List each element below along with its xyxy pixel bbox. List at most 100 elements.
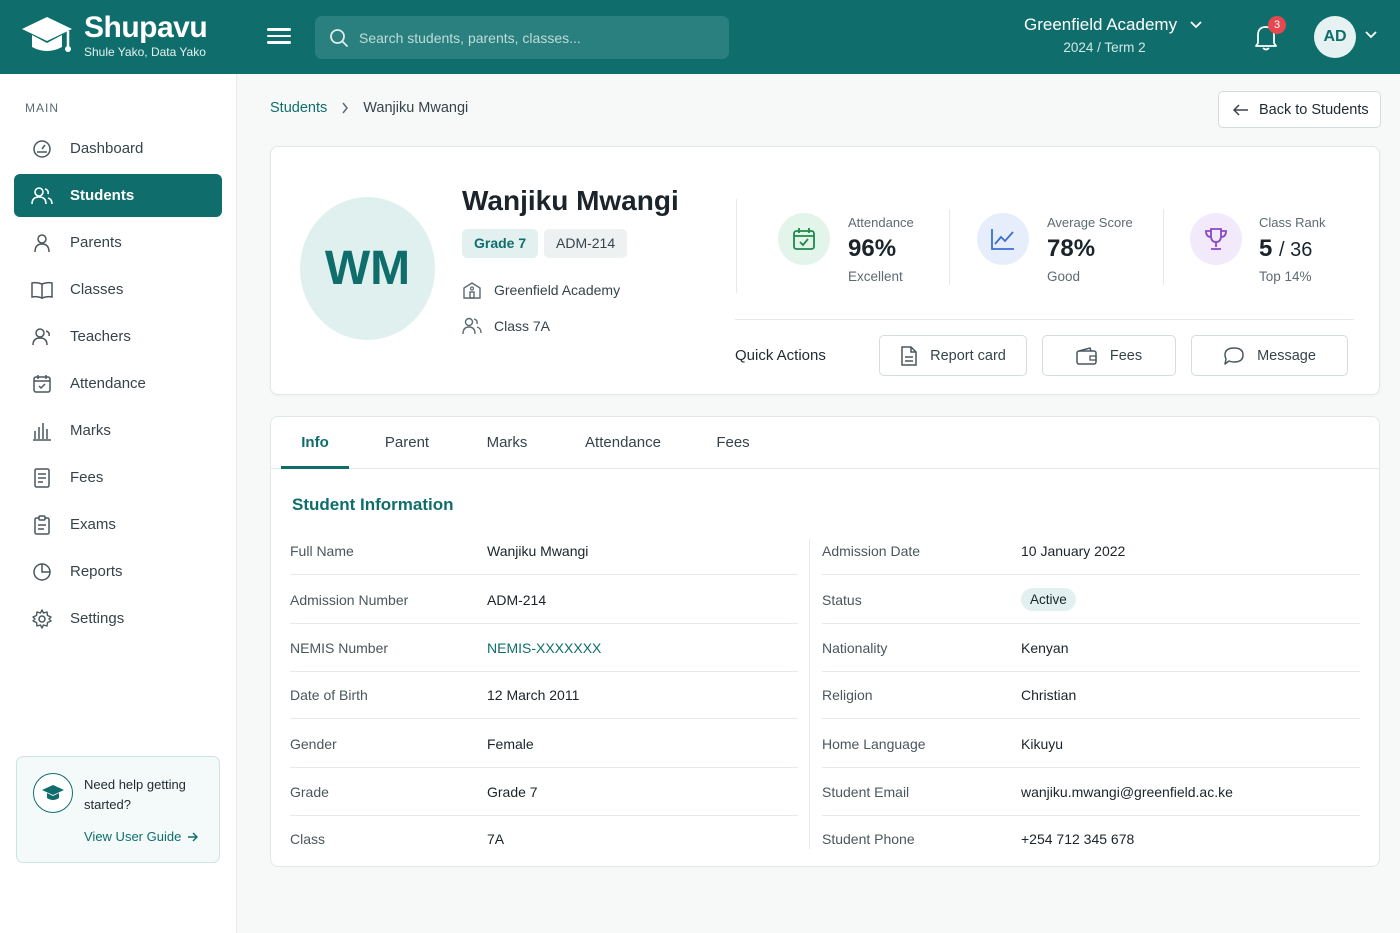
- breadcrumb-students-link[interactable]: Students: [270, 100, 327, 116]
- bar-chart-icon: [31, 420, 53, 442]
- help-link-label: View User Guide: [84, 829, 182, 844]
- sidebar-item-fees[interactable]: Fees: [14, 456, 222, 499]
- sidebar-item-attendance[interactable]: Attendance: [14, 362, 222, 405]
- info-row-admission-date: Admission Date 10 January 2022: [822, 527, 1360, 575]
- users-icon: [462, 317, 482, 335]
- field-value: +254 712 345 678: [1021, 831, 1135, 847]
- tab-parent[interactable]: Parent: [371, 417, 443, 469]
- breadcrumb: Students Wanjiku Mwangi: [270, 100, 468, 116]
- back-to-students-button[interactable]: Back to Students: [1218, 91, 1381, 128]
- average-score-value: 78%: [1047, 235, 1096, 262]
- field-value: 7A: [487, 831, 505, 847]
- school-building-icon: [463, 282, 481, 299]
- view-user-guide-link[interactable]: View User Guide: [84, 829, 199, 844]
- document-icon: [901, 345, 917, 366]
- sidebar-item-teachers[interactable]: Teachers: [14, 315, 222, 358]
- sidebar-item-label: Teachers: [70, 328, 131, 345]
- breadcrumb-current: Wanjiku Mwangi: [363, 100, 469, 116]
- average-score-sub: Good: [1047, 269, 1081, 284]
- report-card-button[interactable]: Report card: [879, 335, 1027, 376]
- chat-bubble-icon: [1224, 346, 1244, 365]
- nemis-number-link[interactable]: NEMIS-XXXXXXX: [487, 640, 601, 656]
- student-profile-card: WM Wanjiku Mwangi Grade 7 ADM-214 Greenf…: [270, 146, 1380, 395]
- divider: [735, 319, 1354, 320]
- field-label: Student Phone: [822, 831, 915, 847]
- help-text: Need help getting started?: [84, 777, 186, 812]
- school-name-text: Greenfield Academy: [494, 282, 621, 298]
- parent-icon: [31, 232, 53, 254]
- class-rank-stat-icon: [1190, 213, 1242, 265]
- sidebar-item-exams[interactable]: Exams: [14, 503, 222, 546]
- tab-attendance[interactable]: Attendance: [571, 417, 675, 469]
- field-label: Admission Number: [290, 591, 409, 608]
- info-row-student-email: Student Email wanjiku.mwangi@greenfield.…: [822, 768, 1360, 816]
- gear-icon: [31, 608, 53, 630]
- info-row-full-name: Full Name Wanjiku Mwangi: [290, 527, 798, 575]
- field-value: 12 March 2011: [487, 686, 580, 703]
- field-label: Nationality: [822, 639, 888, 656]
- dashboard-icon: [31, 138, 53, 160]
- sidebar-item-label: Parents: [70, 234, 122, 251]
- report-card-label: Report card: [930, 347, 1006, 364]
- class-name-text: Class 7A: [494, 318, 551, 334]
- sidebar-item-label: Marks: [70, 422, 111, 439]
- calendar-check-icon: [793, 228, 815, 250]
- section-title: Student Information: [292, 495, 454, 514]
- hamburger-menu-icon[interactable]: [264, 24, 294, 50]
- sidebar: MAIN Dashboard Students Parents Classes …: [0, 74, 237, 933]
- clipboard-icon: [31, 514, 53, 536]
- info-row-gender: Gender Female: [290, 720, 798, 768]
- info-row-grade: Grade Grade 7: [290, 768, 798, 816]
- back-button-label: Back to Students: [1259, 101, 1369, 118]
- sidebar-item-parents[interactable]: Parents: [14, 221, 222, 264]
- sidebar-item-label: Settings: [70, 610, 125, 627]
- class-rank-label: Class Rank: [1259, 215, 1326, 230]
- tab-bar: Info Parent Marks Attendance Fees: [271, 417, 1379, 469]
- quick-actions-title: Quick Actions: [735, 347, 826, 364]
- global-search[interactable]: [315, 16, 729, 59]
- sidebar-item-dashboard[interactable]: Dashboard: [14, 127, 222, 170]
- student-name: Wanjiku Mwangi: [462, 185, 679, 216]
- field-label: NEMIS Number: [290, 639, 389, 656]
- tab-fees[interactable]: Fees: [701, 417, 765, 469]
- class-rank-total: / 36: [1279, 239, 1313, 261]
- chevron-down-icon[interactable]: [1364, 30, 1378, 40]
- field-value: Christian: [1021, 686, 1077, 703]
- sidebar-item-classes[interactable]: Classes: [14, 268, 222, 311]
- search-input[interactable]: [359, 29, 699, 46]
- sidebar-item-label: Fees: [70, 469, 104, 486]
- field-label: Religion: [822, 686, 873, 703]
- field-value: 10 January 2022: [1021, 542, 1126, 559]
- field-label: Admission Date: [822, 542, 921, 559]
- receipt-icon: [31, 467, 53, 489]
- field-value: Kikuyu: [1021, 735, 1064, 752]
- grade-chip: Grade 7: [462, 229, 539, 258]
- field-label: Date of Birth: [290, 686, 368, 703]
- tab-marks[interactable]: Marks: [471, 417, 543, 469]
- tab-info[interactable]: Info: [281, 417, 349, 469]
- sidebar-item-settings[interactable]: Settings: [14, 597, 222, 640]
- student-details-card: Info Parent Marks Attendance Fees Studen…: [270, 416, 1380, 867]
- sidebar-item-reports[interactable]: Reports: [14, 550, 222, 593]
- book-icon: [31, 279, 53, 301]
- sidebar-item-marks[interactable]: Marks: [14, 409, 222, 452]
- wallet-icon: [1076, 346, 1097, 365]
- info-row-nationality: Nationality Kenyan: [822, 624, 1360, 672]
- pie-chart-icon: [31, 561, 53, 583]
- school-name: Greenfield Academy: [1024, 15, 1178, 34]
- user-avatar[interactable]: AD: [1314, 16, 1356, 58]
- attendance-value: 96%: [848, 235, 897, 262]
- sidebar-item-students[interactable]: Students: [14, 174, 222, 217]
- fees-button[interactable]: Fees: [1042, 335, 1176, 376]
- brand-name: Shupavu: [84, 11, 208, 44]
- sidebar-item-label: Students: [70, 187, 135, 204]
- notification-badge: 3: [1268, 16, 1286, 34]
- top-bar: Shupavu Shule Yako, Data Yako Greenfield…: [0, 0, 1400, 74]
- school-switcher[interactable]: Greenfield Academy 2024 / Term 2: [1024, 15, 1203, 55]
- class-rank-sub: Top 14%: [1259, 269, 1312, 284]
- calendar-check-icon: [31, 373, 53, 395]
- graduation-cap-logo-icon: [22, 16, 72, 52]
- field-value: Female: [487, 735, 534, 752]
- brand[interactable]: Shupavu Shule Yako, Data Yako: [20, 11, 208, 59]
- message-button[interactable]: Message: [1191, 335, 1348, 376]
